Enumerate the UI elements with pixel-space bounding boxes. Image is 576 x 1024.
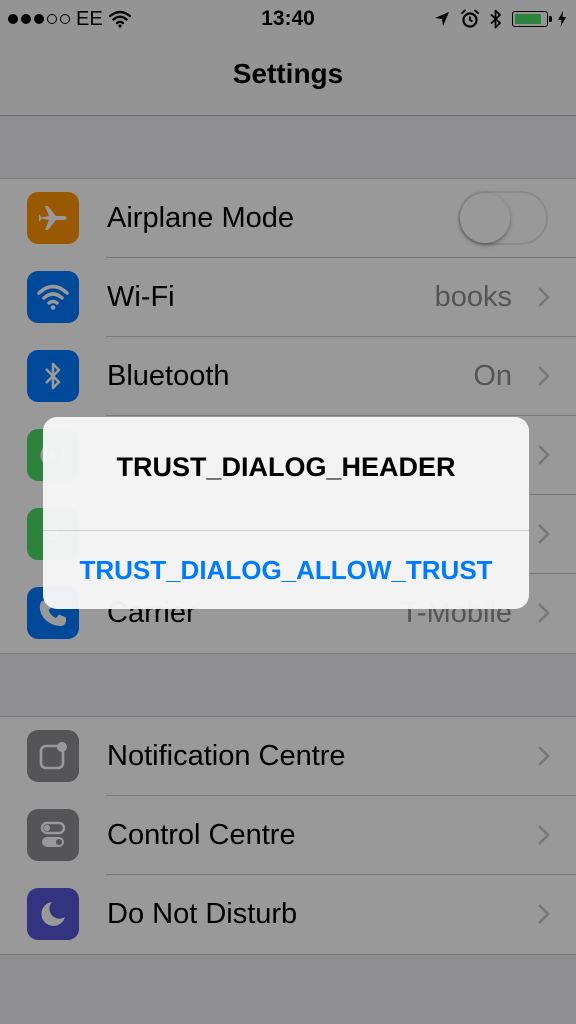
alert-title: TRUST_DIALOG_HEADER [116, 452, 456, 482]
trust-alert-dialog: TRUST_DIALOG_HEADER TRUST_DIALOG_ALLOW_T… [43, 417, 529, 609]
allow-trust-button[interactable]: TRUST_DIALOG_ALLOW_TRUST [43, 531, 529, 609]
